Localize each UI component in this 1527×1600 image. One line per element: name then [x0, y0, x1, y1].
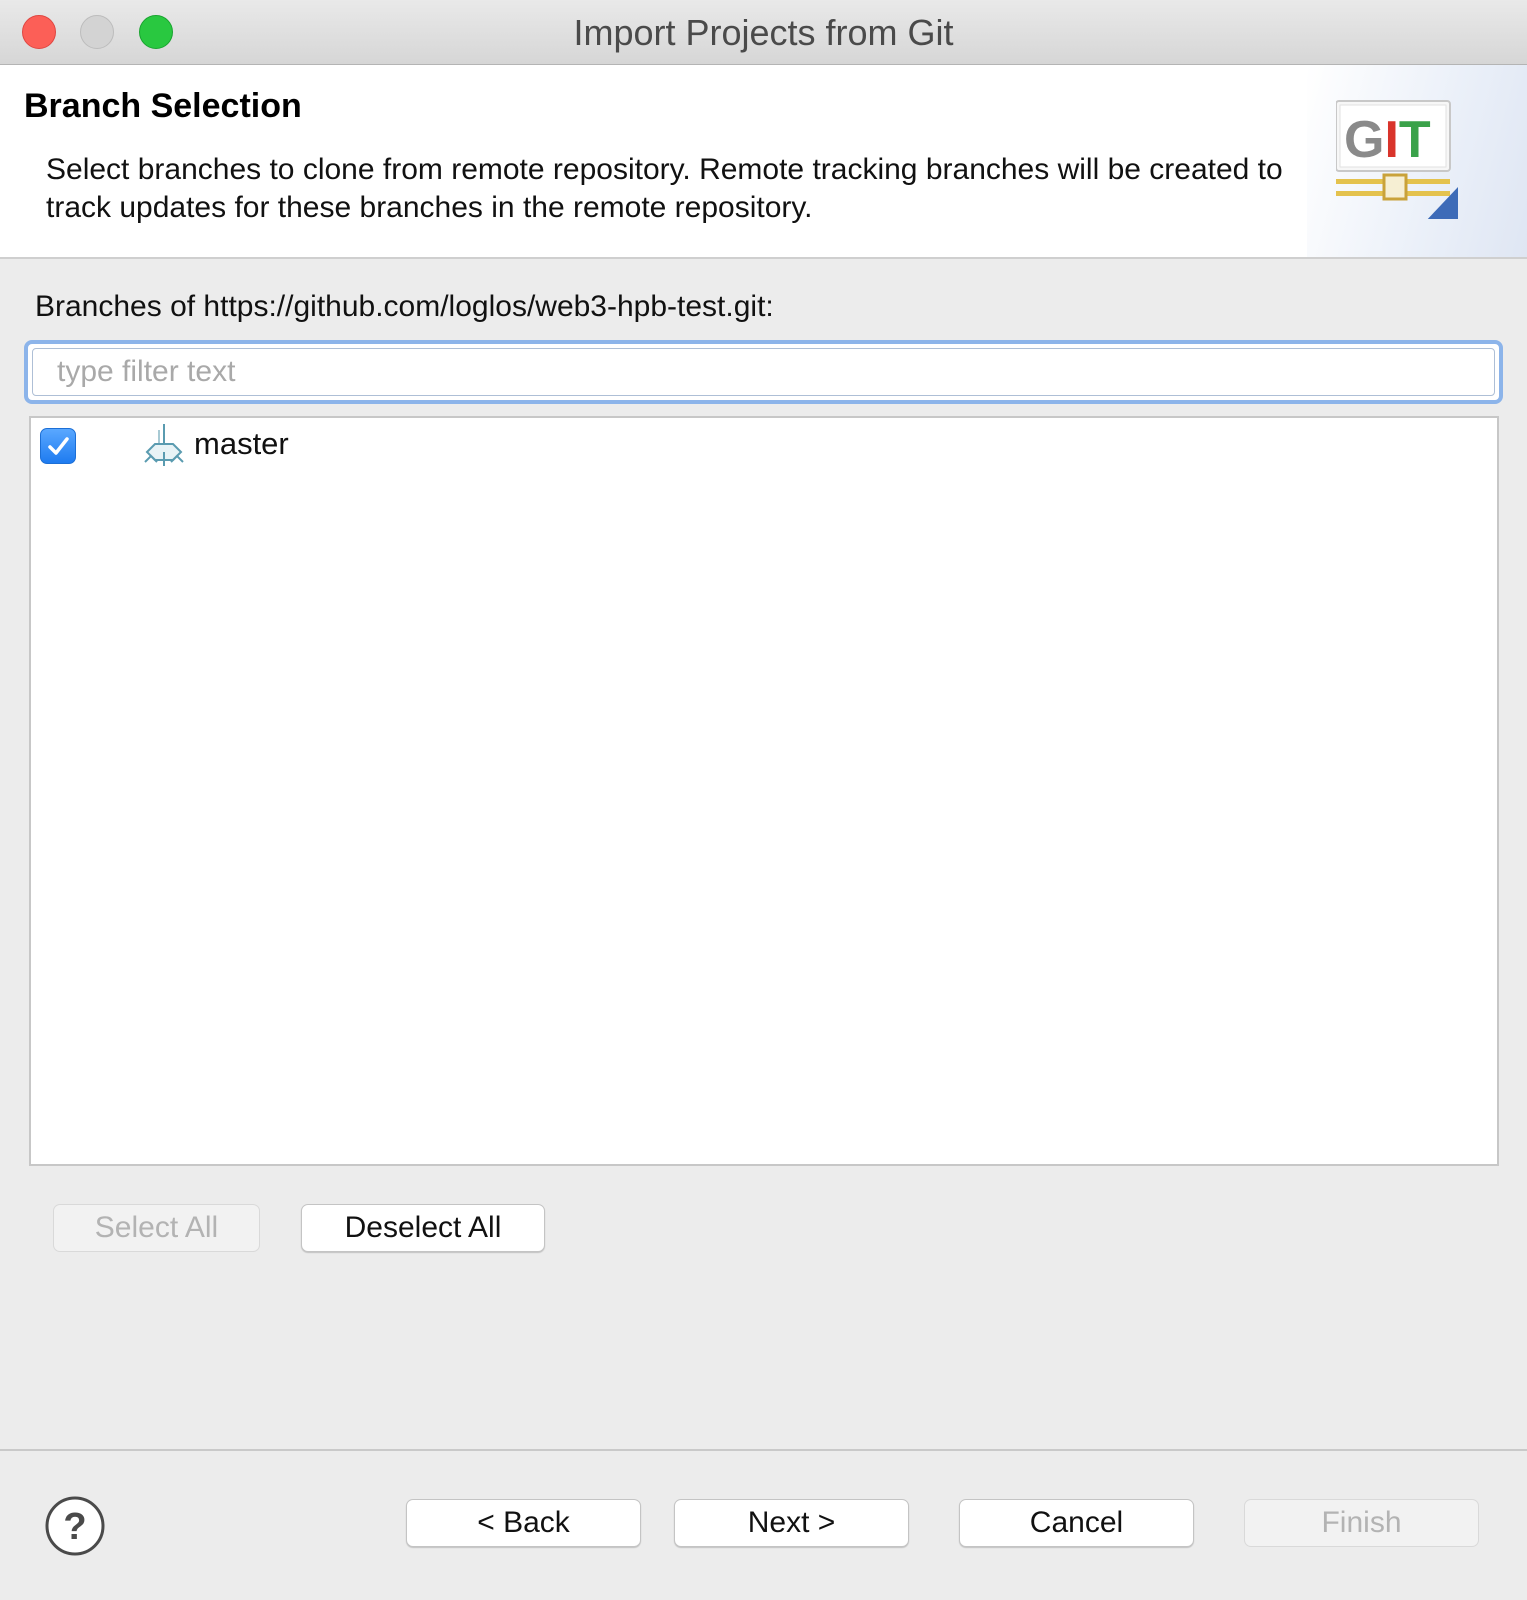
- filter-focus-ring: [24, 340, 1503, 404]
- wizard-header: Branch Selection Select branches to clon…: [0, 65, 1527, 259]
- question-mark-icon[interactable]: ?: [44, 1495, 106, 1557]
- finish-button[interactable]: Finish: [1244, 1499, 1479, 1547]
- branch-icon: [144, 424, 184, 466]
- page-description: Select branches to clone from remote rep…: [46, 153, 1283, 224]
- cancel-button[interactable]: Cancel: [959, 1499, 1194, 1547]
- deselect-all-button[interactable]: Deselect All: [301, 1204, 545, 1252]
- dialog-window: Import Projects from Git Branch Selectio…: [0, 0, 1527, 1600]
- branch-checkbox[interactable]: [40, 428, 76, 464]
- select-all-button[interactable]: Select All: [53, 1204, 260, 1252]
- branches-label: Branches of https://github.com/loglos/we…: [35, 290, 774, 323]
- branch-name: master: [194, 426, 289, 461]
- svg-text:?: ?: [63, 1506, 86, 1548]
- branch-list[interactable]: master: [29, 416, 1499, 1166]
- page-title: Branch Selection: [24, 87, 302, 125]
- next-button[interactable]: Next >: [674, 1499, 909, 1547]
- window-title: Import Projects from Git: [573, 12, 954, 53]
- title-bar[interactable]: Import Projects from Git: [0, 0, 1527, 65]
- checkmark-icon: [48, 437, 69, 455]
- filter-input[interactable]: [32, 348, 1495, 396]
- footer-divider: [0, 1449, 1527, 1451]
- list-item[interactable]: master: [31, 418, 1497, 474]
- git-logo-icon: GIT: [1336, 100, 1458, 219]
- logo-letter-g: GIT: [1344, 111, 1431, 169]
- back-button[interactable]: < Back: [406, 1499, 641, 1547]
